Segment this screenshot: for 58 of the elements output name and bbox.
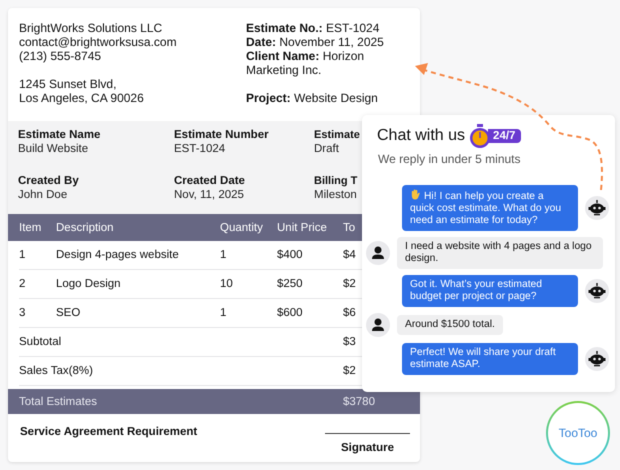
total-label: Sales Tax(8%) (19, 365, 94, 377)
column-header: Quantity (220, 222, 264, 234)
address-line: 1245 Sunset Blvd, (19, 77, 118, 91)
summary-label: Estimate (314, 128, 360, 142)
agreement-heading: Service Agreement Requirement (20, 426, 198, 440)
table-cell-text: $250 (277, 278, 304, 290)
bot-message: Hi! I can help you create a quick cost estimate. What do you need an estimate for today? (402, 185, 578, 231)
total-value: $2 (343, 365, 356, 377)
column-header: Item (19, 222, 42, 234)
table-cell-text: 2 (19, 278, 26, 290)
table-cell-text: SEO (56, 307, 82, 319)
bot-message: Perfect! We will share your draft estimate ASAP. (402, 343, 578, 375)
company-email: contact@brightworksusa.com (19, 35, 178, 49)
total-label: Total Estimates (19, 396, 98, 408)
summary-label: Estimate Name (18, 128, 100, 142)
summary-label: Created By (18, 174, 79, 188)
table-cell-text: $400 (277, 249, 304, 261)
total-value: $3 (343, 336, 356, 348)
summary-value: John Doe (18, 188, 68, 202)
column-header: Description (56, 222, 115, 234)
table-cell-text: 1 (220, 307, 228, 319)
table-cell-text: Logo Design (56, 278, 122, 290)
table-cell-text: $600 (277, 307, 304, 319)
company-name: BrightWorks Solutions LLC (19, 21, 164, 35)
table-cell-text: Design 4-pages website (56, 249, 180, 261)
estimate-detail: Date: November 11, 2025 (246, 35, 385, 49)
table-cell-text: 1 (19, 249, 26, 261)
summary-value: Draft (314, 142, 339, 156)
table-cell-text: 10 (220, 278, 234, 290)
summary-value: Nov, 11, 2025 (174, 188, 244, 202)
user-message: I need a website with 4 pages and a logo design. (397, 237, 603, 269)
summary-label: Billing T (314, 174, 358, 188)
chat-subtitle: We reply in under 5 minuts (377, 152, 522, 166)
estimate-detail: Client Name: Horizon Marketing Inc. (246, 49, 366, 77)
total-value: $3780 (343, 396, 375, 408)
availability-badge: 24/7 (488, 129, 522, 143)
column-header: Unit Price (277, 222, 328, 234)
table-cell-text: 1 (220, 249, 228, 261)
total-label: Subtotal (19, 336, 62, 348)
column-header: To (343, 222, 356, 234)
company-phone: (213) 555-8745 (19, 49, 102, 63)
summary-label: Estimate Number (174, 128, 269, 142)
summary-value: Mileston (314, 188, 357, 202)
table-cell: $6 (343, 307, 356, 319)
brand-badge[interactable]: TooToo (546, 401, 610, 465)
summary-label: Created Date (174, 174, 245, 188)
user-message: Around $1500 total. (397, 315, 503, 335)
address-line: Los Angeles, CA 90026 (19, 91, 145, 105)
table-cell: $4 (343, 249, 356, 261)
chat-title: Chat with us (377, 127, 466, 145)
estimate-detail: Estimate No.: EST-1024 (246, 21, 380, 35)
table-cell: $2 (343, 278, 356, 290)
summary-value: EST-1024 (174, 142, 226, 156)
bot-message: Got it. What’s your estimated budget per project or page? (402, 275, 578, 307)
signature-label: Signature (340, 442, 394, 454)
project-detail: Project: Website Design (246, 91, 379, 105)
summary-value: Build Website (18, 142, 88, 156)
table-cell-text: 3 (19, 307, 26, 319)
